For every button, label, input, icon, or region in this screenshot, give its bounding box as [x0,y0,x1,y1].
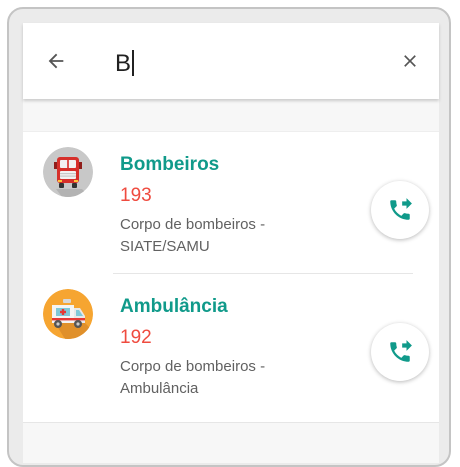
results-list: Bombeiros 193 Corpo de bombeiros - SIATE… [23,131,439,423]
ambulance-icon [43,289,93,339]
text-caret [132,50,134,76]
contact-description: Corpo de bombeiros - SIATE/SAMU [120,216,266,255]
call-button[interactable] [371,323,429,381]
fire-truck-icon [43,147,93,197]
search-input[interactable]: B [115,49,355,79]
device-frame: B Bombeiros 193 Corpo de bombeiros - SIA… [7,7,451,467]
call-button[interactable] [371,181,429,239]
search-query-text: B [115,50,132,77]
arrow-back-icon [48,53,64,69]
app-screen: B Bombeiros 193 Corpo de bombeiros - SIA… [23,23,439,463]
close-icon [404,55,416,67]
contact-phone: 193 [120,185,152,206]
phone-forward-icon [390,198,412,220]
contact-phone: 192 [120,327,152,348]
clear-button[interactable] [394,45,426,77]
list-item[interactable]: Bombeiros 193 Corpo de bombeiros - SIATE… [23,132,439,274]
search-bar: B [23,23,439,99]
contact-name: Ambulância [120,296,228,317]
back-button[interactable] [40,45,72,77]
phone-forward-icon [390,340,412,362]
list-item[interactable]: Ambulância 192 Corpo de bombeiros - Ambu… [23,274,439,414]
contact-description: Corpo de bombeiros - Ambulância [120,358,266,397]
contact-name: Bombeiros [120,154,220,175]
